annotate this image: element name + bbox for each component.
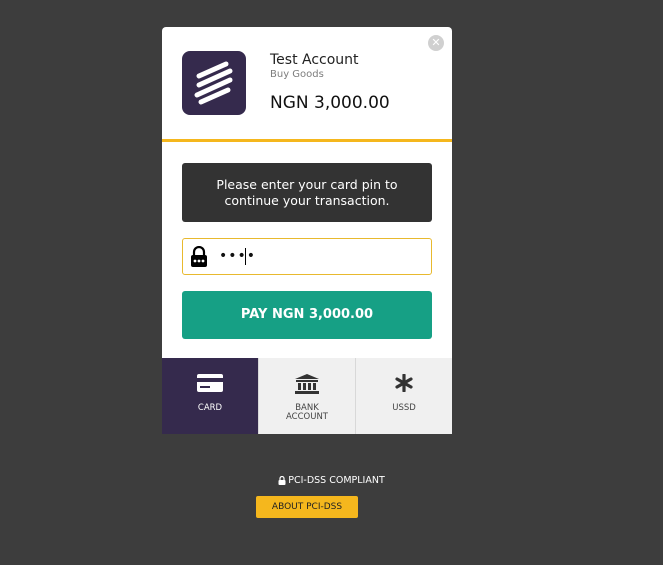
payment-amount: NGN 3,000.00: [270, 93, 390, 113]
pci-compliance-text: PCI-DSS COMPLIANT: [0, 475, 663, 486]
card-pin-input[interactable]: ••••: [182, 238, 432, 275]
pci-compliance-label: PCI-DSS COMPLIANT: [288, 475, 385, 486]
bank-icon: [295, 374, 319, 394]
payment-modal: Test Account Buy Goods NGN 3,000.00 ✕ Pl…: [162, 27, 452, 434]
tab-bank-account-label: BANK ACCOUNT: [286, 403, 328, 422]
merchant-header: Test Account Buy Goods NGN 3,000.00: [162, 27, 452, 142]
credit-card-icon: [197, 374, 223, 392]
tab-ussd-label: USSD: [392, 403, 416, 413]
lock-icon: [278, 476, 286, 485]
close-icon[interactable]: ✕: [428, 35, 444, 51]
merchant-subtitle: Buy Goods: [270, 69, 324, 80]
asterisk-icon: [395, 374, 413, 392]
tab-bank-account[interactable]: BANK ACCOUNT: [258, 358, 355, 434]
notice-line-1: Please enter your card pin to: [216, 177, 398, 192]
about-pci-dss-button[interactable]: ABOUT PCI-DSS: [256, 496, 358, 518]
payment-method-tabs: CARD BANK ACCOUNT USSD: [162, 358, 452, 434]
pay-button[interactable]: PAY NGN 3,000.00: [182, 291, 432, 339]
tab-card[interactable]: CARD: [162, 358, 258, 434]
text-caret: [245, 248, 246, 265]
stripes-logo-icon: [194, 61, 233, 105]
merchant-name: Test Account: [270, 52, 359, 68]
merchant-logo: [182, 51, 246, 115]
lock-icon: [191, 246, 207, 267]
notice-line-2: continue your transaction.: [224, 193, 390, 208]
pin-value: ••••: [219, 248, 257, 264]
tab-card-label: CARD: [197, 403, 223, 413]
pin-notice: Please enter your card pin to continue y…: [182, 163, 432, 222]
tab-ussd[interactable]: USSD: [355, 358, 452, 434]
